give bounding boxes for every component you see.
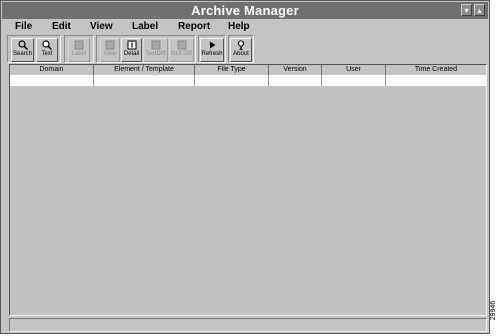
search-icon bbox=[17, 40, 28, 50]
view-button[interactable]: View bbox=[100, 38, 120, 62]
text-diff-label: TextDiff bbox=[145, 51, 166, 57]
table-cell[interactable] bbox=[195, 75, 269, 86]
text-diff-icon bbox=[151, 40, 160, 50]
detail-label: Detail bbox=[123, 51, 140, 57]
search-button[interactable]: Search bbox=[11, 38, 34, 62]
menu-help[interactable]: Help bbox=[228, 21, 250, 32]
toolbar-group-about: About bbox=[228, 35, 254, 63]
detail-icon bbox=[127, 40, 136, 50]
figure-code: 29946 bbox=[490, 293, 504, 333]
archive-manager-window: Archive Manager ▾ ▴ File Edit View Label… bbox=[0, 0, 490, 334]
figure-code-text: 29946 bbox=[490, 300, 498, 321]
column-header-time-created[interactable]: Time Created bbox=[386, 65, 486, 75]
toolbar-group-refresh: Refresh bbox=[198, 35, 226, 63]
about-button[interactable]: About bbox=[230, 38, 252, 62]
gui-diff-button[interactable]: GUI Diff bbox=[169, 38, 194, 62]
table-cell[interactable] bbox=[94, 75, 195, 86]
menu-report[interactable]: Report bbox=[178, 21, 210, 32]
column-header-file-type[interactable]: File Type bbox=[195, 65, 269, 75]
menu-file[interactable]: File bbox=[15, 21, 32, 32]
about-label: About bbox=[233, 51, 249, 57]
about-icon bbox=[237, 40, 245, 50]
column-header-element-template[interactable]: Element / Template bbox=[94, 65, 195, 75]
label-button[interactable]: Label bbox=[68, 38, 90, 62]
menu-view[interactable]: View bbox=[90, 21, 113, 32]
table-cell[interactable] bbox=[10, 75, 94, 86]
gui-diff-label: GUI Diff bbox=[170, 51, 193, 57]
label-icon bbox=[74, 40, 84, 50]
view-label: View bbox=[103, 51, 117, 57]
refresh-button[interactable]: Refresh bbox=[200, 38, 224, 62]
menu-edit[interactable]: Edit bbox=[52, 21, 71, 32]
table-cell[interactable] bbox=[386, 75, 486, 86]
column-header-version[interactable]: Version bbox=[269, 65, 322, 75]
window-title: Archive Manager bbox=[191, 3, 299, 18]
text-search-label: Text bbox=[41, 51, 53, 57]
menu-bar: File Edit View Label Report Help bbox=[2, 20, 488, 34]
toolbar: Search Text Label View Detail TextDiff G… bbox=[5, 35, 485, 65]
refresh-icon bbox=[210, 41, 216, 49]
toolbar-group-search: Search Text bbox=[7, 35, 61, 63]
toolbar-group-view: View Detail TextDiff GUI Diff bbox=[96, 35, 196, 63]
maximize-button[interactable]: ▴ bbox=[474, 4, 485, 16]
column-header-domain[interactable]: Domain bbox=[10, 65, 94, 75]
label-label: Label bbox=[71, 51, 87, 57]
table-header: Domain Element / Template File Type Vers… bbox=[10, 65, 486, 75]
table-cell[interactable] bbox=[269, 75, 322, 86]
gui-diff-icon bbox=[177, 40, 186, 50]
minimize-button[interactable]: ▾ bbox=[461, 4, 472, 16]
refresh-label: Refresh bbox=[201, 51, 223, 57]
table-cell[interactable] bbox=[322, 75, 386, 86]
text-diff-button[interactable]: TextDiff bbox=[143, 38, 168, 62]
title-bar[interactable]: Archive Manager ▾ ▴ bbox=[2, 2, 488, 19]
view-icon bbox=[105, 40, 115, 50]
detail-button[interactable]: Detail bbox=[121, 38, 142, 62]
column-header-user[interactable]: User bbox=[322, 65, 386, 75]
toolbar-group-label: Label bbox=[64, 35, 94, 63]
text-search-icon bbox=[42, 40, 52, 50]
search-label: Search bbox=[12, 51, 32, 57]
text-search-button[interactable]: Text bbox=[36, 38, 58, 62]
table-row[interactable] bbox=[10, 75, 486, 86]
menu-label[interactable]: Label bbox=[132, 21, 158, 32]
status-bar bbox=[9, 318, 487, 332]
archive-table[interactable]: Domain Element / Template File Type Vers… bbox=[9, 64, 487, 316]
